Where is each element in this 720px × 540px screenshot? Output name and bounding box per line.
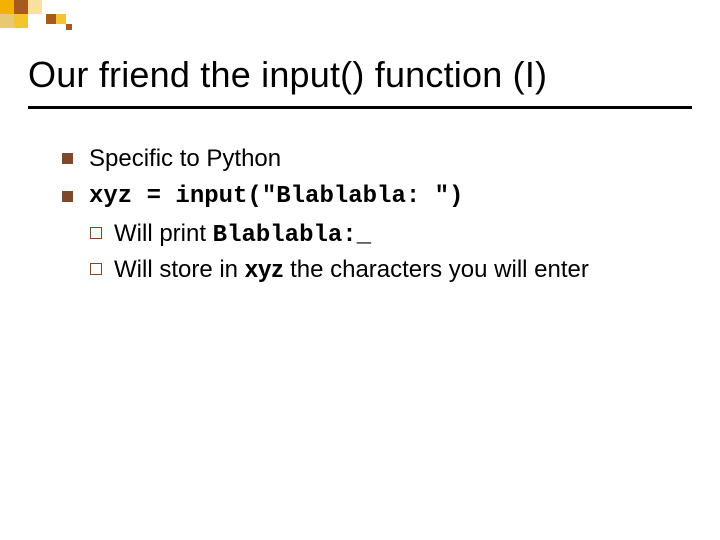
square-bullet-icon xyxy=(62,153,73,164)
subbullet-item: Will store in xyz the characters you wil… xyxy=(90,254,692,286)
bullet-item: xyz = input("Blablabla: ") xyxy=(62,181,692,213)
bullet-text: xyz = input("Blablabla: ") xyxy=(89,181,692,213)
slide-title: Our friend the input() function (I) xyxy=(28,54,692,96)
subbullet-text: Will store in xyz the characters you wil… xyxy=(114,254,692,286)
bullet-text: Specific to Python xyxy=(89,143,692,175)
subbullet-item: Will print Blablabla:_ xyxy=(90,218,692,252)
hollow-square-icon xyxy=(90,263,102,275)
subbullet-text: Will print Blablabla:_ xyxy=(114,218,692,252)
slide-body: Specific to Python xyz = input("Blablabl… xyxy=(0,109,720,286)
square-bullet-icon xyxy=(62,191,73,202)
bullet-item: Specific to Python xyxy=(62,143,692,175)
hollow-square-icon xyxy=(90,227,102,239)
